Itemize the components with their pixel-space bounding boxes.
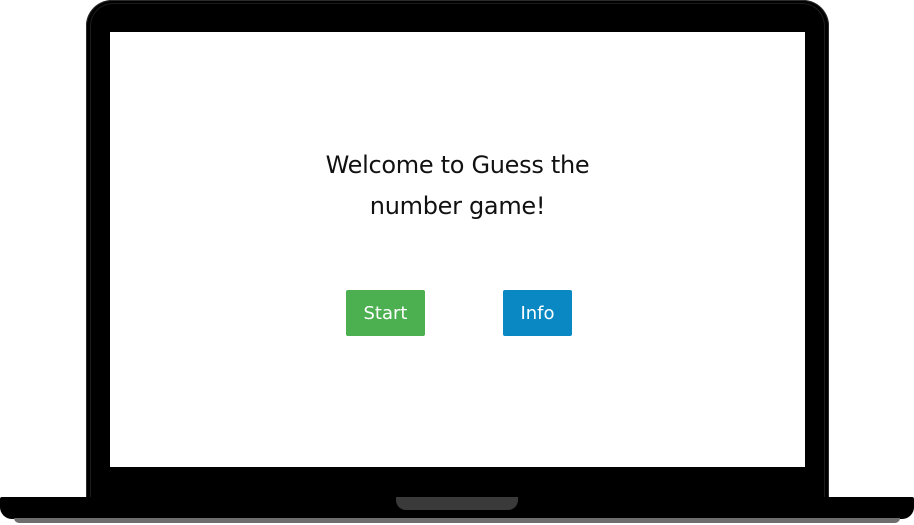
laptop-base-shadow — [14, 518, 900, 523]
start-button[interactable]: Start — [346, 290, 425, 336]
laptop-screen: Welcome to Guess the number game! Start … — [110, 32, 805, 467]
welcome-title: Welcome to Guess the number game! — [325, 151, 590, 220]
info-button[interactable]: Info — [503, 290, 572, 336]
laptop-mockup: Welcome to Guess the number game! Start … — [0, 0, 914, 525]
laptop-notch — [396, 497, 518, 510]
